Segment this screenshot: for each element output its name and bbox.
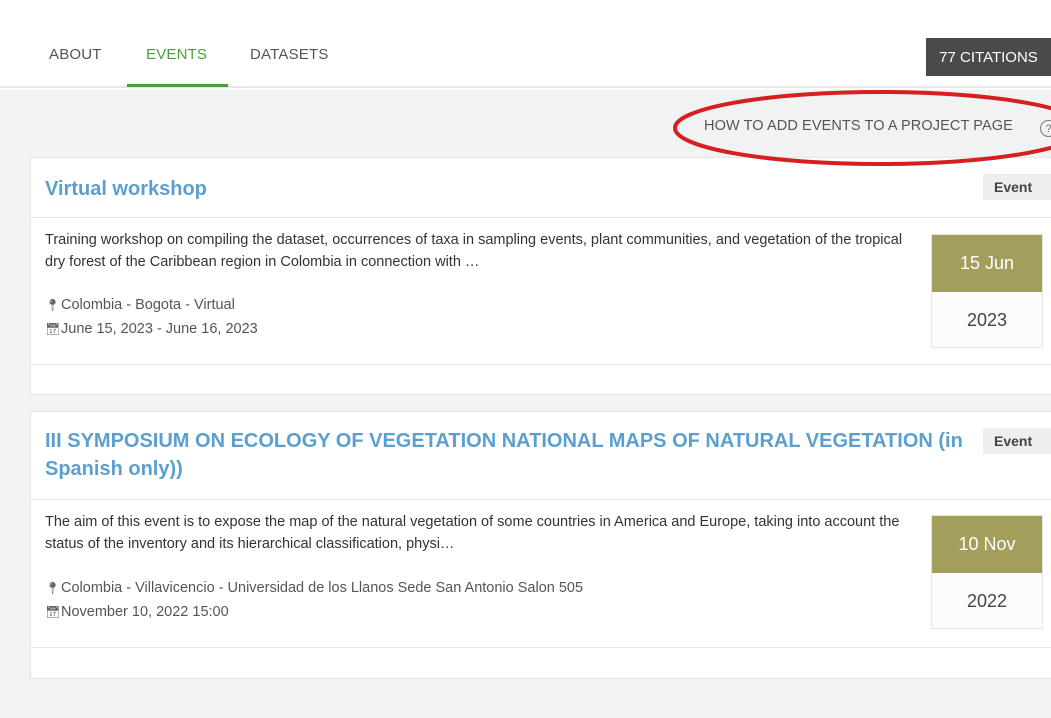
tab-bar: ABOUT EVENTS DATASETS 77 CITATIONS bbox=[0, 0, 1051, 88]
event-location-text: Colombia - Villavicencio - Universidad d… bbox=[61, 580, 584, 596]
event-dates-text: November 10, 2022 15:00 bbox=[61, 604, 229, 620]
event-card: Virtual workshop Event Training workshop… bbox=[30, 157, 1051, 395]
tab-about[interactable]: ABOUT bbox=[49, 46, 102, 63]
event-location: 📍︎Colombia - Bogota - Virtual bbox=[45, 297, 235, 313]
event-dates: 📅︎June 15, 2023 - June 16, 2023 bbox=[45, 321, 258, 337]
event-date-box: 15 Jun 2023 bbox=[931, 234, 1043, 348]
event-location: 📍︎Colombia - Villavicencio - Universidad… bbox=[45, 580, 583, 596]
how-to-add-events-link[interactable]: HOW TO ADD EVENTS TO A PROJECT PAGE bbox=[704, 118, 1013, 134]
event-year: 2023 bbox=[966, 310, 1008, 330]
active-tab-indicator bbox=[127, 84, 228, 87]
event-title[interactable]: III SYMPOSIUM ON ECOLOGY OF VEGETATION N… bbox=[45, 427, 965, 483]
event-location-text: Colombia - Bogota - Virtual bbox=[61, 297, 235, 313]
tab-datasets[interactable]: DATASETS bbox=[250, 46, 329, 63]
event-card-footer bbox=[31, 647, 1051, 679]
event-day-month: 10 Nov bbox=[932, 516, 1042, 573]
event-card-header: Virtual workshop Event bbox=[31, 158, 1051, 218]
event-dates: 📅︎November 10, 2022 15:00 bbox=[45, 604, 229, 620]
event-year: 2022 bbox=[966, 591, 1008, 611]
event-description: Training workshop on compiling the datas… bbox=[45, 232, 903, 270]
tab-events[interactable]: EVENTS bbox=[146, 46, 207, 63]
calendar-icon: 📅︎ bbox=[45, 605, 61, 619]
help-icon[interactable]: ? bbox=[1040, 120, 1051, 137]
event-card-footer bbox=[31, 364, 1051, 395]
citations-button[interactable]: 77 CITATIONS bbox=[926, 38, 1051, 76]
event-card: III SYMPOSIUM ON ECOLOGY OF VEGETATION N… bbox=[30, 411, 1051, 679]
event-title[interactable]: Virtual workshop bbox=[45, 175, 207, 203]
calendar-icon: 📅︎ bbox=[45, 322, 61, 336]
event-card-header: III SYMPOSIUM ON ECOLOGY OF VEGETATION N… bbox=[31, 412, 1051, 500]
event-type-badge: Event bbox=[983, 428, 1051, 454]
map-marker-icon: 📍︎ bbox=[45, 298, 61, 312]
event-type-badge: Event bbox=[983, 174, 1051, 200]
map-marker-icon: 📍︎ bbox=[45, 581, 61, 595]
event-dates-text: June 15, 2023 - June 16, 2023 bbox=[61, 321, 258, 337]
event-day-month: 15 Jun bbox=[932, 235, 1042, 292]
event-date-box: 10 Nov 2022 bbox=[931, 515, 1043, 629]
event-description: The aim of this event is to expose the m… bbox=[45, 514, 900, 552]
